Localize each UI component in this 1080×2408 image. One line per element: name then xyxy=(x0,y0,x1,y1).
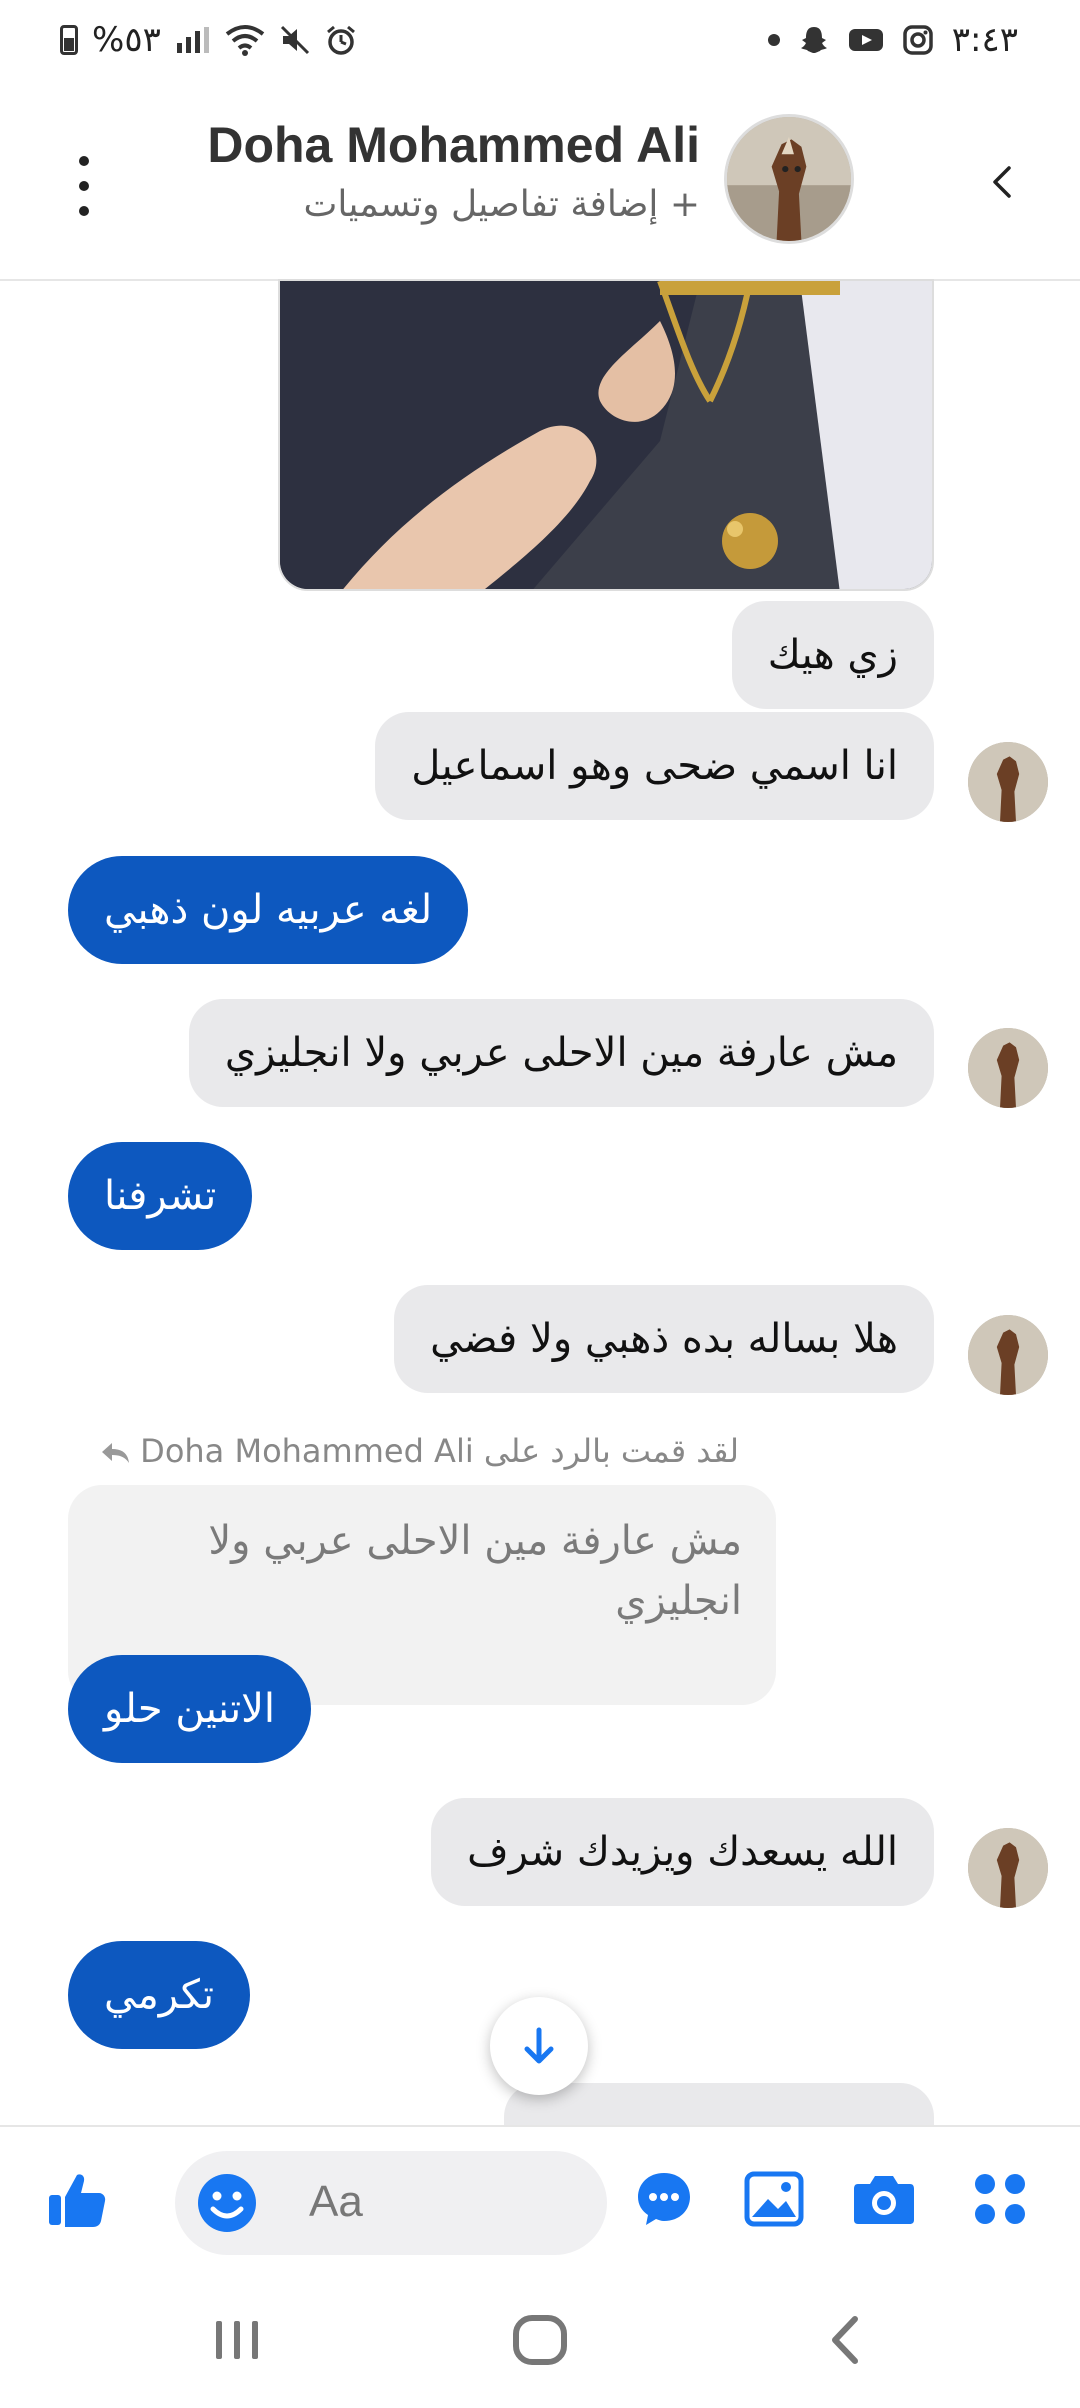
shared-photo[interactable] xyxy=(278,279,934,591)
youtube-icon xyxy=(848,29,883,51)
message-outgoing[interactable]: لغه عربيه لون ذهبي xyxy=(68,856,469,964)
snapchat-icon xyxy=(800,27,827,53)
reply-context-label: لقد قمت بالرد على Doha Mohammed Ali xyxy=(100,1432,739,1470)
status-right: ٣:٤٣ xyxy=(767,20,1018,60)
message-incoming[interactable]: مش عارفة مين الاحلى عربي ولا انجليزي xyxy=(188,999,934,1107)
sender-avatar[interactable] xyxy=(968,742,1048,822)
message-incoming[interactable]: هلا بساله بده ذهبي ولا فضي xyxy=(394,1285,934,1393)
back-chevron-icon[interactable] xyxy=(984,164,1020,200)
status-left: %٥٣ xyxy=(60,20,357,60)
message-outgoing[interactable]: تكرمي xyxy=(68,1941,251,2049)
battery-percent: %٥٣ xyxy=(92,20,161,60)
emoji-icon[interactable] xyxy=(195,2171,259,2235)
more-options-icon[interactable] xyxy=(72,156,96,216)
sender-avatar[interactable] xyxy=(968,1828,1048,1908)
apps-grid-icon[interactable] xyxy=(968,2167,1032,2231)
back-button[interactable] xyxy=(810,2305,880,2375)
reply-label-text: لقد قمت بالرد على Doha Mohammed Ali xyxy=(140,1432,740,1470)
status-bar: %٥٣ ٣:٤٣ xyxy=(0,0,1080,84)
wifi-icon xyxy=(225,25,265,56)
message-composer: Aa xyxy=(0,2125,1080,2277)
camera-icon[interactable] xyxy=(852,2167,916,2231)
message-input[interactable]: Aa xyxy=(175,2151,607,2255)
message-incoming[interactable]: الله يسعدك ويزيدك شرف xyxy=(431,1798,934,1906)
thumbs-up-icon[interactable] xyxy=(45,2167,109,2231)
reply-arrow-icon xyxy=(102,1443,129,1463)
notification-dot-icon xyxy=(767,34,780,46)
system-navigation-bar xyxy=(0,2275,1080,2408)
mute-icon xyxy=(280,25,309,55)
chat-bubble-icon[interactable] xyxy=(632,2167,696,2231)
contact-name[interactable]: Doha Mohammed Ali xyxy=(207,116,700,174)
message-incoming[interactable]: زي هيك xyxy=(731,601,934,709)
sender-avatar[interactable] xyxy=(968,1315,1048,1395)
scroll-down-arrow-icon[interactable] xyxy=(490,1997,588,2095)
instagram-icon xyxy=(903,25,933,55)
conversation-header: Doha Mohammed Ali + إضافة تفاصيل وتسميات xyxy=(0,84,1080,281)
message-incoming-partial[interactable] xyxy=(504,2083,934,2125)
home-button[interactable] xyxy=(505,2305,575,2375)
alarm-icon xyxy=(326,25,355,55)
sender-avatar[interactable] xyxy=(968,1028,1048,1108)
message-outgoing[interactable]: تشرفنا xyxy=(68,1142,253,1250)
message-incoming[interactable]: انا اسمي ضحى وهو اسماعيل xyxy=(375,712,934,820)
message-outgoing[interactable]: الاتنين حلو xyxy=(68,1655,311,1763)
battery-icon xyxy=(60,25,78,55)
message-input-placeholder: Aa xyxy=(309,2177,363,2226)
recent-apps-button[interactable] xyxy=(202,2305,272,2375)
clock: ٣:٤٣ xyxy=(951,20,1018,60)
signal-icon xyxy=(176,27,209,53)
image-icon[interactable] xyxy=(742,2167,806,2231)
contact-avatar[interactable] xyxy=(724,114,854,244)
message-list[interactable]: زي هيك انا اسمي ضحى وهو اسماعيل لغه عربي… xyxy=(0,279,1080,2125)
add-details-link[interactable]: + إضافة تفاصيل وتسميات xyxy=(304,184,701,225)
